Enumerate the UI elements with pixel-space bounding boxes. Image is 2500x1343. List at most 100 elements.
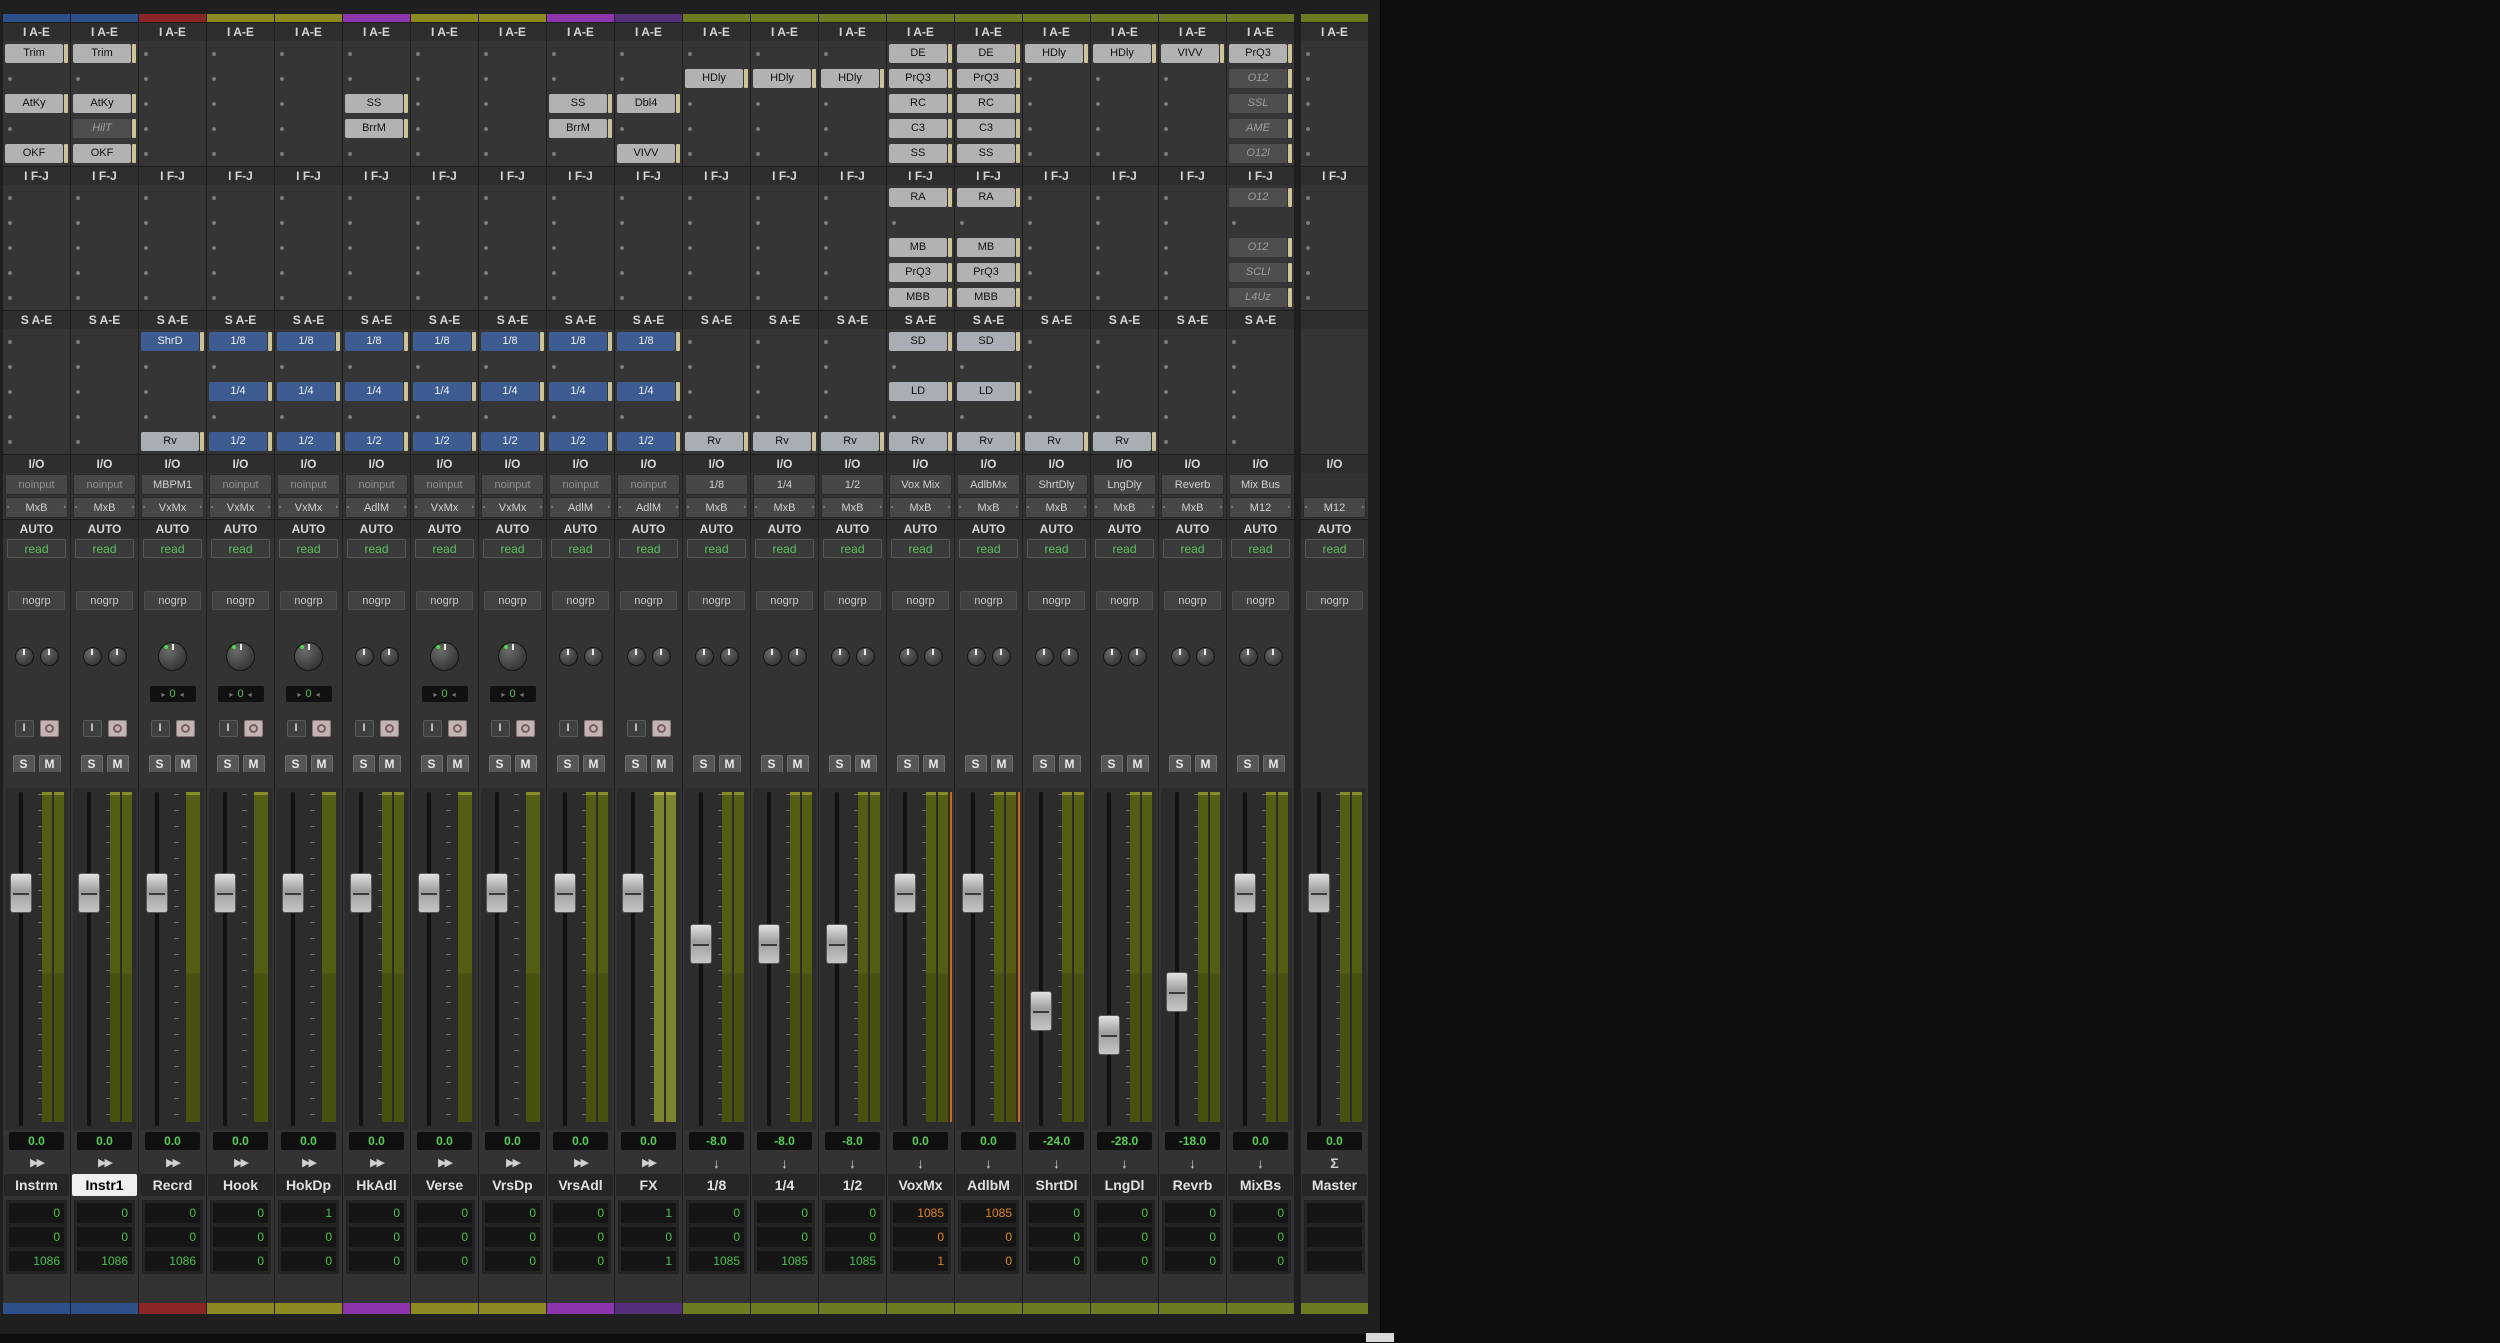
automation-mode-button[interactable]: read: [551, 539, 610, 558]
input-monitor-button[interactable]: I: [559, 720, 578, 737]
empty-slot[interactable]: [615, 210, 682, 235]
empty-slot[interactable]: [1301, 41, 1368, 66]
empty-slot[interactable]: [751, 285, 818, 310]
plugin-slot[interactable]: 1/2: [547, 429, 614, 454]
mute-button[interactable]: M: [1263, 755, 1285, 773]
plugin-slot[interactable]: 1/8: [207, 329, 274, 354]
empty-slot[interactable]: [139, 404, 206, 429]
volume-display[interactable]: 0.0: [1307, 1132, 1362, 1150]
volume-display[interactable]: 0.0: [9, 1132, 64, 1150]
plugin-slot[interactable]: 1/4: [479, 379, 546, 404]
input-selector[interactable]: noinput: [5, 474, 68, 495]
record-enable-button[interactable]: [516, 720, 535, 737]
mute-button[interactable]: M: [311, 755, 333, 773]
plugin-chip[interactable]: LD: [957, 382, 1015, 401]
plugin-slot[interactable]: HDly: [819, 66, 886, 91]
pan-knob[interactable]: [924, 647, 943, 666]
volume-fader[interactable]: [146, 873, 168, 913]
empty-slot[interactable]: [71, 329, 138, 354]
plugin-slot[interactable]: DE: [887, 41, 954, 66]
plugin-slot[interactable]: L4Uz: [1227, 285, 1294, 310]
delay-offset-value[interactable]: 0: [1029, 1227, 1084, 1247]
plugin-chip[interactable]: 1/8: [549, 332, 607, 351]
plugin-chip[interactable]: MBB: [957, 288, 1015, 307]
solo-button[interactable]: S: [285, 755, 307, 773]
plugin-slot[interactable]: 1/2: [343, 429, 410, 454]
group-assign-button[interactable]: nogrp: [824, 591, 881, 610]
plugin-chip[interactable]: MBB: [889, 288, 947, 307]
empty-slot[interactable]: [615, 66, 682, 91]
empty-slot[interactable]: [71, 66, 138, 91]
plugin-chip[interactable]: SS: [889, 144, 947, 163]
empty-slot[interactable]: [1159, 210, 1226, 235]
solo-button[interactable]: S: [13, 755, 35, 773]
volume-display[interactable]: 0.0: [1233, 1132, 1288, 1150]
plugin-slot[interactable]: RC: [887, 91, 954, 116]
plugin-slot[interactable]: Rv: [683, 429, 750, 454]
empty-slot[interactable]: [71, 404, 138, 429]
empty-slot[interactable]: [1227, 379, 1294, 404]
empty-slot[interactable]: [1091, 141, 1158, 166]
plugin-slot[interactable]: SS: [887, 141, 954, 166]
empty-slot[interactable]: [275, 210, 342, 235]
plugin-chip[interactable]: SS: [957, 144, 1015, 163]
pan-knob[interactable]: [158, 642, 187, 671]
empty-slot[interactable]: [1301, 235, 1368, 260]
delay-cmp-value[interactable]: 1086: [77, 1251, 132, 1271]
pan-value-display[interactable]: ▸ 0 ◂: [490, 686, 536, 702]
empty-slot[interactable]: [615, 260, 682, 285]
pan-value-display[interactable]: ▸ 0 ◂: [150, 686, 196, 702]
empty-slot[interactable]: [1091, 285, 1158, 310]
automation-mode-button[interactable]: read: [1231, 539, 1290, 558]
delay-offset-value[interactable]: 0: [757, 1227, 812, 1247]
empty-slot[interactable]: [1023, 379, 1090, 404]
volume-display[interactable]: -18.0: [1165, 1132, 1220, 1150]
empty-slot[interactable]: [751, 235, 818, 260]
empty-slot[interactable]: [275, 141, 342, 166]
empty-slot[interactable]: [1301, 404, 1368, 429]
empty-slot[interactable]: [1159, 260, 1226, 285]
empty-slot[interactable]: [207, 354, 274, 379]
volume-fader[interactable]: [894, 873, 916, 913]
solo-button[interactable]: S: [81, 755, 103, 773]
empty-slot[interactable]: [1301, 210, 1368, 235]
empty-slot[interactable]: [343, 235, 410, 260]
delay-value[interactable]: 0: [485, 1203, 540, 1223]
delay-cmp-value[interactable]: 1: [621, 1251, 676, 1271]
automation-mode-button[interactable]: read: [1027, 539, 1086, 558]
empty-slot[interactable]: [615, 354, 682, 379]
empty-slot[interactable]: [547, 210, 614, 235]
empty-slot[interactable]: [547, 41, 614, 66]
plugin-slot[interactable]: Rv: [819, 429, 886, 454]
plugin-chip[interactable]: Rv: [685, 432, 743, 451]
track-name[interactable]: AdlbM: [956, 1174, 1021, 1196]
empty-slot[interactable]: [479, 210, 546, 235]
mute-button[interactable]: M: [923, 755, 945, 773]
empty-slot[interactable]: [3, 210, 70, 235]
plugin-slot[interactable]: Rv: [1091, 429, 1158, 454]
plugin-slot[interactable]: OKF: [71, 141, 138, 166]
track-name[interactable]: Master: [1302, 1174, 1367, 1196]
empty-slot[interactable]: [615, 116, 682, 141]
volume-fader[interactable]: [1234, 873, 1256, 913]
output-selector[interactable]: ▪ M12 ▪: [1303, 497, 1366, 518]
mute-button[interactable]: M: [107, 755, 129, 773]
volume-fader[interactable]: [690, 924, 712, 964]
empty-slot[interactable]: [343, 354, 410, 379]
volume-fader[interactable]: [282, 873, 304, 913]
delay-cmp-value[interactable]: 1: [893, 1251, 948, 1271]
empty-slot[interactable]: [683, 41, 750, 66]
delay-value[interactable]: 0: [417, 1203, 472, 1223]
plugin-slot[interactable]: 1/4: [275, 379, 342, 404]
delay-offset-value[interactable]: 0: [553, 1227, 608, 1247]
input-monitor-button[interactable]: I: [423, 720, 442, 737]
delay-cmp-value[interactable]: 0: [417, 1251, 472, 1271]
empty-slot[interactable]: [3, 429, 70, 454]
input-selector[interactable]: noinput: [277, 474, 340, 495]
empty-slot[interactable]: [1301, 116, 1368, 141]
plugin-chip[interactable]: Rv: [957, 432, 1015, 451]
empty-slot[interactable]: [411, 235, 478, 260]
delay-offset-value[interactable]: 0: [1165, 1227, 1220, 1247]
plugin-slot[interactable]: 1/2: [615, 429, 682, 454]
empty-slot[interactable]: [207, 66, 274, 91]
